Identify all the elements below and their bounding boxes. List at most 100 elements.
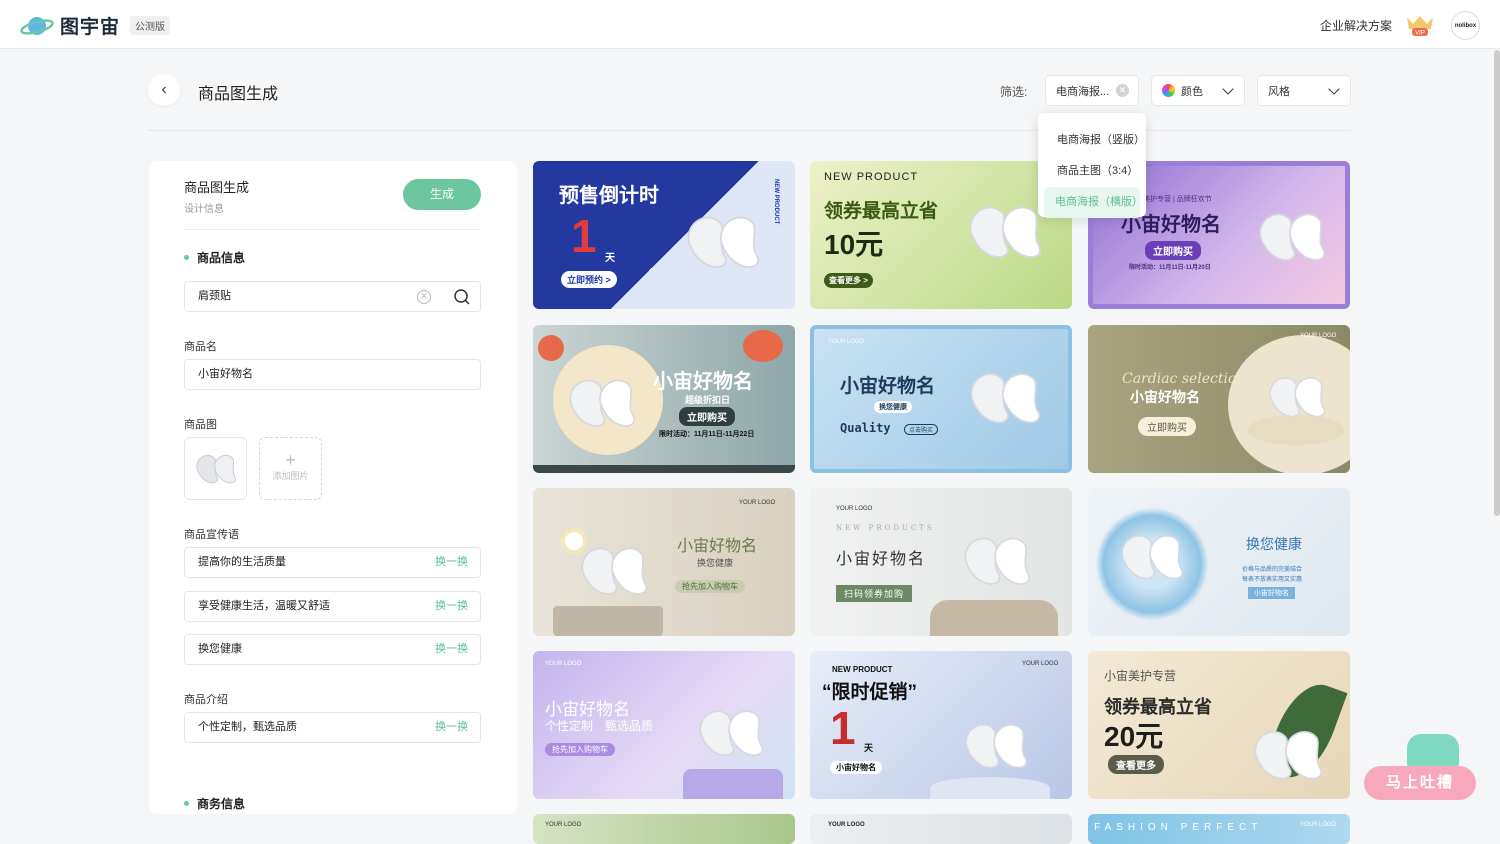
product-pad-image	[1254, 731, 1323, 780]
user-avatar[interactable]: nolibox	[1451, 11, 1480, 40]
plus-icon: +	[285, 450, 296, 470]
podium-decoration	[683, 769, 783, 799]
swap-button[interactable]: 换一换	[435, 713, 468, 742]
back-button[interactable]: ‹	[148, 74, 180, 106]
template-card[interactable]: YOUR LOGO 小宙好物名 个性定制 甄选品质 抢先加入购物车	[533, 651, 795, 799]
card-price: 10元	[824, 229, 884, 260]
product-pad-image	[1269, 377, 1326, 418]
intro-field[interactable]: 个性定制，甄选品质 换一换	[184, 712, 481, 743]
page-scrollbar[interactable]	[1494, 50, 1500, 516]
intro-value: 个性定制，甄选品质	[198, 721, 297, 733]
template-card[interactable]: FASHION PERFECT YOUR LOGO	[1088, 814, 1350, 844]
dropdown-option[interactable]: 电商海报（竖版）	[1038, 125, 1146, 156]
swap-button[interactable]: 换一换	[435, 592, 468, 621]
card-price: 20元	[1104, 721, 1164, 752]
chevron-down-icon	[1328, 83, 1340, 95]
card-subline: 换您健康	[874, 401, 912, 413]
generate-button[interactable]: 生成	[403, 179, 481, 210]
card-headline: 小宙好物名	[677, 538, 758, 555]
color-filter-value: 颜色	[1181, 85, 1203, 98]
card-button: 抢先加入购物车	[675, 580, 745, 593]
beta-badge: 公测版	[130, 16, 171, 35]
card-headline: 小宙好物名	[836, 551, 927, 568]
slogan-label: 商品宣传语	[184, 529, 239, 541]
search-value: 肩颈贴	[198, 290, 231, 302]
card-number: 1	[830, 702, 856, 754]
app-logo[interactable]: 图宇宙 公测版	[20, 12, 171, 39]
card-logo: YOUR LOGO	[545, 822, 582, 828]
intro-label: 商品介绍	[184, 694, 228, 706]
design-info-panel: 商品图生成 设计信息 生成 商品信息 肩颈贴 ✕ 商品名 小宙好物名 商品图 +…	[149, 161, 517, 814]
slogan-field[interactable]: 换您健康 换一换	[184, 634, 481, 665]
header-divider	[148, 130, 1351, 131]
card-tag: NEW PRODUCTS	[836, 524, 935, 532]
product-search-input[interactable]: 肩颈贴 ✕	[184, 281, 481, 312]
clear-filter-icon[interactable]: ✕	[1116, 84, 1129, 97]
slogan-field[interactable]: 享受健康生活，温暖又舒适 换一换	[184, 591, 481, 622]
dropdown-option-selected[interactable]: 电商海报（横版）	[1044, 187, 1143, 218]
card-tag: 小宙美护专营	[1104, 669, 1177, 683]
top-bar: 图宇宙 公测版 企业解决方案 VIP nolibox	[0, 0, 1500, 49]
product-image-thumbnail[interactable]	[184, 437, 247, 500]
template-card[interactable]: YOUR LOGO	[533, 814, 795, 844]
card-tag: FASHION PERFECT	[1094, 822, 1263, 833]
template-card[interactable]: YOUR LOGO	[810, 814, 1072, 844]
style-filter-value: 风格	[1268, 85, 1290, 98]
product-pad-image	[970, 373, 1041, 424]
template-card[interactable]: YOUR LOGO Cardiac selection 小宙好物名 立即购买	[1088, 325, 1350, 473]
card-headline: 预售倒计时	[559, 185, 659, 207]
template-card[interactable]: YOUR LOGO 小宙好物名 换您健康 Quality 点击购买	[810, 325, 1072, 473]
card-logo: YOUR LOGO	[1022, 661, 1059, 667]
feedback-mascot-icon[interactable]	[1407, 734, 1459, 768]
product-name-field[interactable]: 小宙好物名	[184, 359, 481, 390]
feedback-button[interactable]: 马上吐槽	[1364, 766, 1476, 800]
card-button: 小宙好物名	[830, 761, 882, 774]
card-button: 点击购买	[904, 424, 939, 435]
card-number: 1	[571, 210, 597, 262]
template-card[interactable]: YOUR LOGO 小宙好物名 换您健康 抢先加入购物车	[533, 488, 795, 636]
card-logo: YOUR LOGO	[1300, 822, 1337, 828]
card-tag: Cardiac selection	[1122, 371, 1246, 387]
vip-crown-icon[interactable]: VIP	[1404, 13, 1436, 37]
chevron-down-icon	[1222, 83, 1234, 95]
panel-title: 商品图生成	[184, 180, 250, 195]
swap-button[interactable]: 换一换	[435, 635, 468, 664]
swap-button[interactable]: 换一换	[435, 548, 468, 577]
type-filter-select[interactable]: 电商海报... ✕	[1045, 75, 1139, 106]
card-subline: 个性定制 甄选品质	[545, 719, 654, 733]
card-subline: 每表不放表实用又实惠	[1242, 577, 1303, 583]
card-subline: 超级折扣日	[685, 395, 731, 405]
template-card[interactable]: NEW PRODUCT 领券最高立省 10元 查看更多 >	[810, 161, 1072, 309]
card-logo: YOUR LOGO	[828, 339, 865, 345]
card-button: 立即购买	[1145, 241, 1201, 260]
add-image-label: 添加图片	[272, 471, 309, 481]
enterprise-solutions-link[interactable]: 企业解决方案	[1320, 17, 1392, 34]
template-card[interactable]: YOUR LOGO NEW PRODUCTS 小宙好物名 扫码领券加购	[810, 488, 1072, 636]
card-unit: 天	[864, 743, 874, 753]
product-pad-image	[965, 724, 1028, 769]
planet-icon	[20, 16, 54, 35]
dropdown-option[interactable]: 商品主图（3:4）	[1038, 156, 1146, 187]
clear-input-icon[interactable]: ✕	[417, 290, 431, 304]
style-filter-select[interactable]: 风格	[1257, 75, 1351, 106]
card-headline: 领券最高立省	[824, 201, 939, 222]
template-card[interactable]: 小宙好物名 超级折扣日 立即购买 限时活动：11月11日-11月22日	[533, 325, 795, 473]
card-unit: 天	[605, 253, 615, 264]
card-note: 限时活动：11月11日-11月22日	[659, 431, 755, 438]
slogan-value: 换您健康	[198, 643, 242, 655]
card-button: 查看更多 >	[824, 273, 873, 288]
add-image-button[interactable]: + 添加图片	[259, 437, 322, 500]
template-card[interactable]: 小宙美护专营 领券最高立省 20元 查看更多	[1088, 651, 1350, 799]
card-button: 抢先加入购物车	[545, 743, 615, 756]
color-filter-select[interactable]: 颜色	[1151, 75, 1245, 106]
card-subline: 价格与品质的完美结合	[1242, 567, 1303, 573]
card-tag: 美护专营 | 品牌狂欢节	[1143, 196, 1212, 203]
search-icon[interactable]	[453, 288, 471, 306]
template-card[interactable]: 换您健康 价格与品质的完美结合 每表不放表实用又实惠 小宙好物名	[1088, 488, 1350, 636]
card-note: 限时活动：11月11日-11月20日	[1129, 265, 1211, 271]
template-card[interactable]: 预售倒计时 1 天 立即预约 > NEW PRODUCT	[533, 161, 795, 309]
product-name-value: 小宙好物名	[198, 368, 253, 380]
slogan-field[interactable]: 提高你的生活质量 换一换	[184, 547, 481, 578]
card-logo: YOUR LOGO	[545, 661, 582, 667]
template-card[interactable]: YOUR LOGO NEW PRODUCT “限时促销” 1 天 小宙好物名	[810, 651, 1072, 799]
